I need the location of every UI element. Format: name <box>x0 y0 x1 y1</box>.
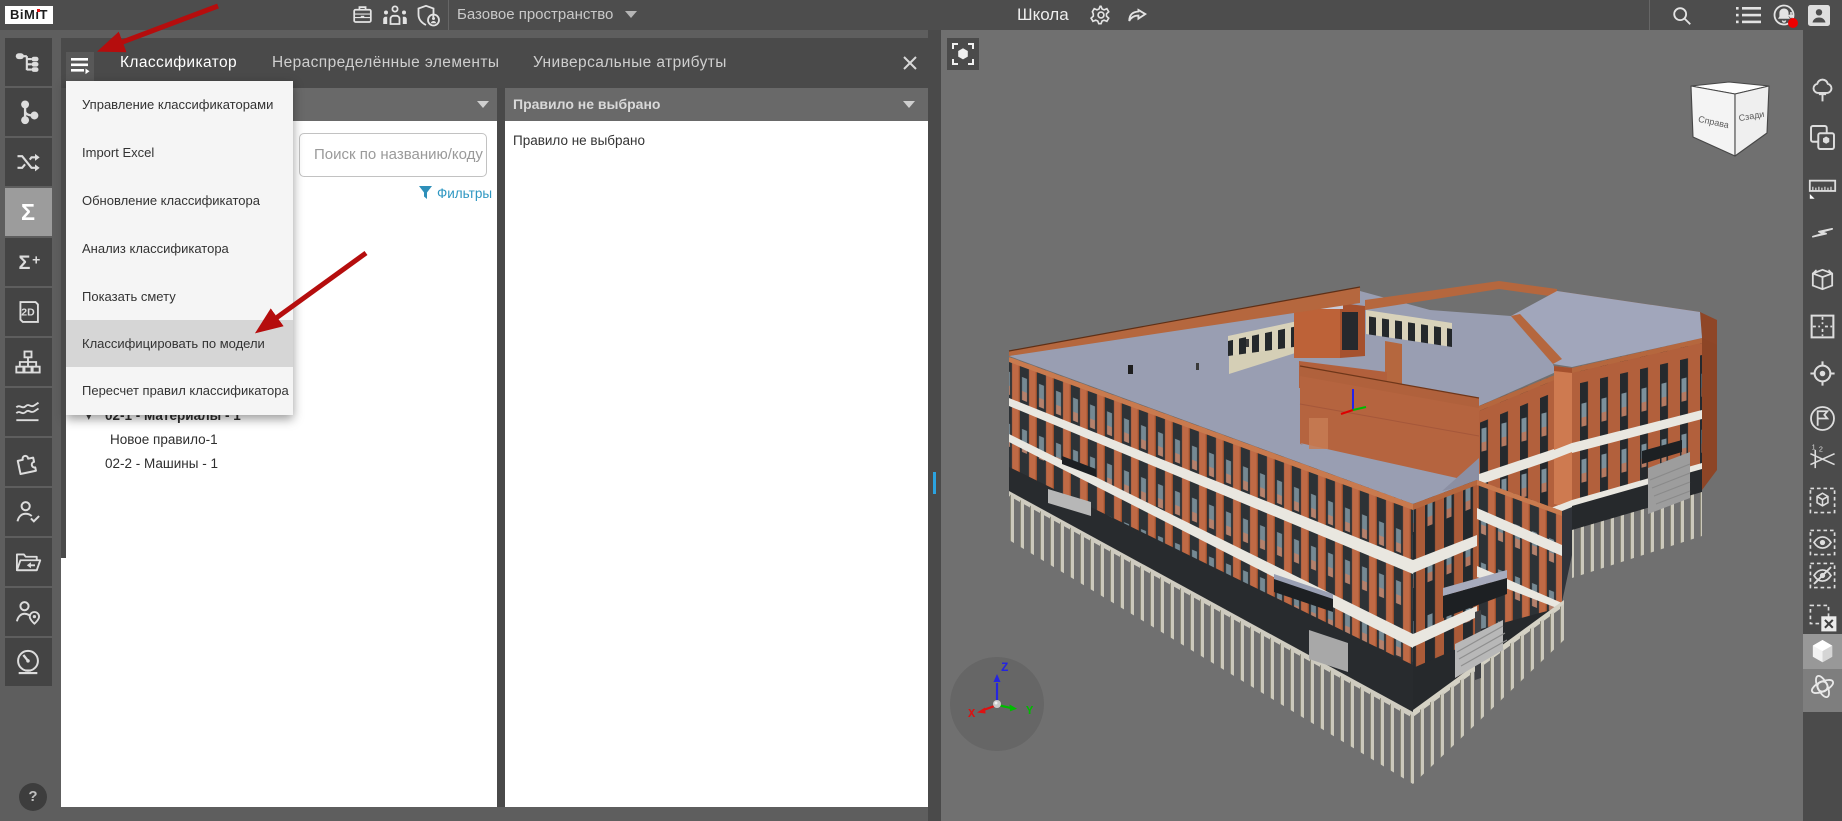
svg-text:Z: Z <box>1001 661 1009 675</box>
svg-text:2: 2 <box>1819 444 1823 453</box>
svg-text:Y: Y <box>1026 704 1034 718</box>
svg-text:X: X <box>968 707 976 721</box>
svg-text:1: 1 <box>1812 444 1816 451</box>
